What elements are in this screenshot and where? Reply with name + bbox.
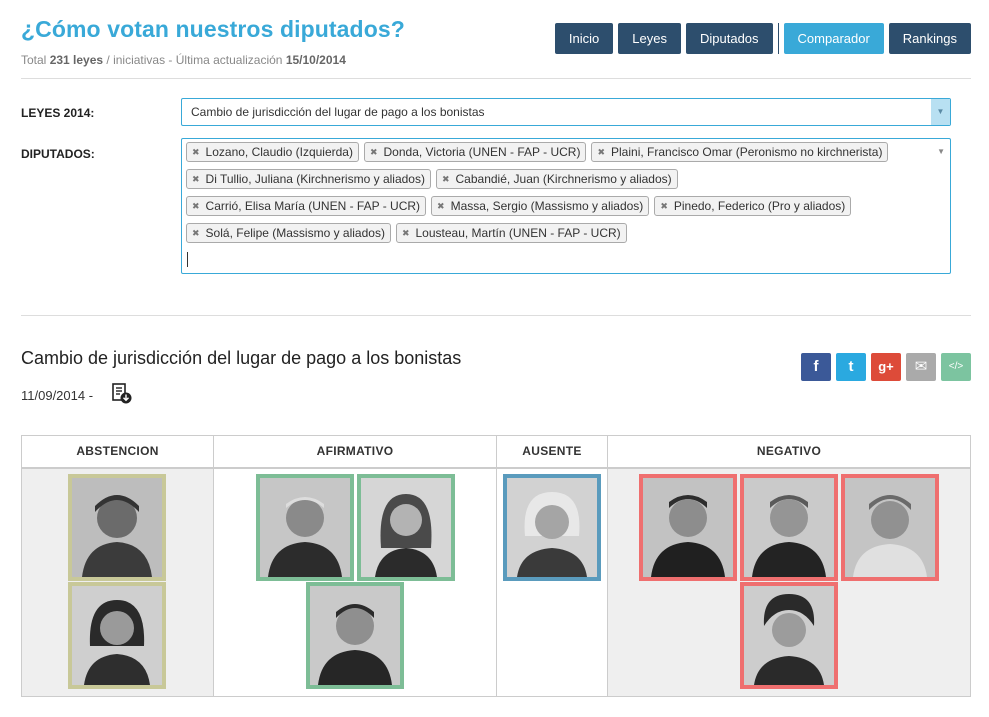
nav-inicio-button[interactable]: Inicio <box>554 23 614 54</box>
deputy-photo[interactable] <box>68 474 166 581</box>
deputy-chip: ✖ Solá, Felipe (Massismo y aliados) <box>186 223 391 243</box>
avatar <box>72 586 162 685</box>
section-divider <box>21 315 971 316</box>
deputy-chip: ✖ Plaini, Francisco Omar (Peronismo no ki… <box>591 142 889 162</box>
deputy-chip-label: Plaini, Francisco Omar (Peronismo no kir… <box>611 145 883 159</box>
nav-rankings-button[interactable]: Rankings <box>888 23 971 54</box>
law-select-value: Cambio de jurisdicción del lugar de pago… <box>191 105 485 119</box>
remove-icon[interactable]: ✖ <box>192 224 200 242</box>
share-buttons: f t g+ ✉ </> <box>801 353 976 381</box>
nav-diputados-button[interactable]: Diputados <box>685 23 773 54</box>
deputy-photo[interactable] <box>68 582 166 689</box>
remove-icon[interactable]: ✖ <box>437 197 445 215</box>
facebook-share-button[interactable]: f <box>801 353 831 381</box>
remove-icon[interactable]: ✖ <box>370 143 378 161</box>
deputy-photo[interactable] <box>740 582 838 689</box>
document-download-icon[interactable] <box>111 383 133 405</box>
deputy-photo[interactable] <box>841 474 939 581</box>
subtitle-middle: / iniciativas - Última actualización <box>103 53 286 67</box>
deputy-chip: ✖ Pinedo, Federico (Pro y aliados) <box>654 196 852 216</box>
deputy-photo[interactable] <box>357 474 455 581</box>
deputy-chip: ✖ Donda, Victoria (UNEN - FAP - UCR) <box>363 142 587 162</box>
remove-icon[interactable]: ✖ <box>192 143 200 161</box>
deputy-chip: ✖ Massa, Sergio (Massismo y aliados) <box>431 196 650 216</box>
deputy-photo[interactable] <box>639 474 737 581</box>
deputy-chip-label: Pinedo, Federico (Pro y aliados) <box>673 199 846 213</box>
deputy-chip-label: Carrió, Elisa María (UNEN - FAP - UCR) <box>205 199 421 213</box>
nav-divider <box>777 23 779 54</box>
main-nav: Inicio Leyes Diputados Comparador Rankin… <box>550 23 971 54</box>
votes-table: ABSTENCION AFIRMATIVO AUSENTE NEGATIVO <box>21 435 971 697</box>
avatar <box>260 478 350 577</box>
subtitle-prefix: Total <box>21 53 50 67</box>
text-caret[interactable] <box>187 252 188 267</box>
remove-icon[interactable]: ✖ <box>402 224 410 242</box>
laws-count: 231 leyes <box>49 53 104 67</box>
diputados-label: DIPUTADOS: <box>21 147 95 161</box>
remove-icon[interactable]: ✖ <box>192 170 200 188</box>
votes-header-row: ABSTENCION AFIRMATIVO AUSENTE NEGATIVO <box>22 436 970 469</box>
embed-code-button[interactable]: </> <box>941 353 971 381</box>
deputy-chip: ✖ Cabandié, Juan (Kirchnerismo y aliados) <box>435 169 678 189</box>
deputy-chip-label: Solá, Felipe (Massismo y aliados) <box>205 226 385 240</box>
deputies-multiselect[interactable]: ✖ Lozano, Claudio (Izquierda) ✖ Donda, Vic… <box>181 138 951 274</box>
avatar <box>845 478 935 577</box>
deputy-photo[interactable] <box>740 474 838 581</box>
law-title: Cambio de jurisdicción del lugar de pago… <box>21 348 462 368</box>
chevron-down-icon[interactable]: ▼ <box>937 147 945 156</box>
nav-comparador-button[interactable]: Comparador <box>783 23 884 54</box>
abstencion-column <box>22 469 213 696</box>
deputy-chip-label: Di Tullio, Juliana (Kirchnerismo y aliad… <box>205 172 425 186</box>
ausente-header: AUSENTE <box>496 436 607 467</box>
email-share-button[interactable]: ✉ <box>906 353 936 381</box>
law-date: 11/09/2014 - <box>21 388 94 403</box>
deputy-photo[interactable] <box>256 474 354 581</box>
nav-leyes-button[interactable]: Leyes <box>618 23 681 54</box>
deputy-chip-label: Donda, Victoria (UNEN - FAP - UCR) <box>383 145 581 159</box>
deputy-chip: ✖ Di Tullio, Juliana (Kirchnerismo y alia… <box>186 169 431 189</box>
ausente-column <box>496 469 607 696</box>
avatar <box>507 478 597 577</box>
remove-icon[interactable]: ✖ <box>597 143 605 161</box>
avatar <box>72 478 162 577</box>
deputy-chip-label: Massa, Sergio (Massismo y aliados) <box>450 199 644 213</box>
remove-icon[interactable]: ✖ <box>660 197 668 215</box>
page-title: ¿Cómo votan nuestros diputados? <box>21 16 405 42</box>
avatar <box>361 478 451 577</box>
deputy-chip: ✖ Lousteau, Martín (UNEN - FAP - UCR) <box>395 223 627 243</box>
deputies-chip-list: ✖ Lozano, Claudio (Izquierda) ✖ Donda, Vic… <box>186 142 926 250</box>
avatar <box>310 586 400 685</box>
deputy-chip-label: Lousteau, Martín (UNEN - FAP - UCR) <box>415 226 621 240</box>
last-update-date: 15/10/2014 <box>285 53 346 67</box>
deputy-photo[interactable] <box>306 582 404 689</box>
deputy-chip-label: Cabandié, Juan (Kirchnerismo y aliados) <box>455 172 672 186</box>
afirmativo-column <box>213 469 496 696</box>
page-header: ¿Cómo votan nuestros diputados? Total 23… <box>21 0 971 79</box>
leyes-label: LEYES 2014: <box>21 106 95 120</box>
remove-icon[interactable]: ✖ <box>192 197 200 215</box>
page-subtitle: Total 231 leyes / iniciativas - Última a… <box>21 53 346 67</box>
chevron-down-icon[interactable]: ▼ <box>931 99 950 125</box>
deputy-chip: ✖ Carrió, Elisa María (UNEN - FAP - UCR) <box>186 196 427 216</box>
deputy-chip-label: Lozano, Claudio (Izquierda) <box>205 145 353 159</box>
law-select[interactable]: Cambio de jurisdicción del lugar de pago… <box>181 98 951 126</box>
negativo-column <box>607 469 970 696</box>
negativo-header: NEGATIVO <box>607 436 970 467</box>
gplus-share-button[interactable]: g+ <box>871 353 901 381</box>
avatar <box>744 478 834 577</box>
afirmativo-header: AFIRMATIVO <box>213 436 496 467</box>
abstencion-header: ABSTENCION <box>76 444 159 458</box>
twitter-share-button[interactable]: t <box>836 353 866 381</box>
deputy-chip: ✖ Lozano, Claudio (Izquierda) <box>186 142 359 162</box>
avatar <box>744 586 834 685</box>
remove-icon[interactable]: ✖ <box>442 170 450 188</box>
deputy-photo[interactable] <box>503 474 601 581</box>
avatar <box>643 478 733 577</box>
